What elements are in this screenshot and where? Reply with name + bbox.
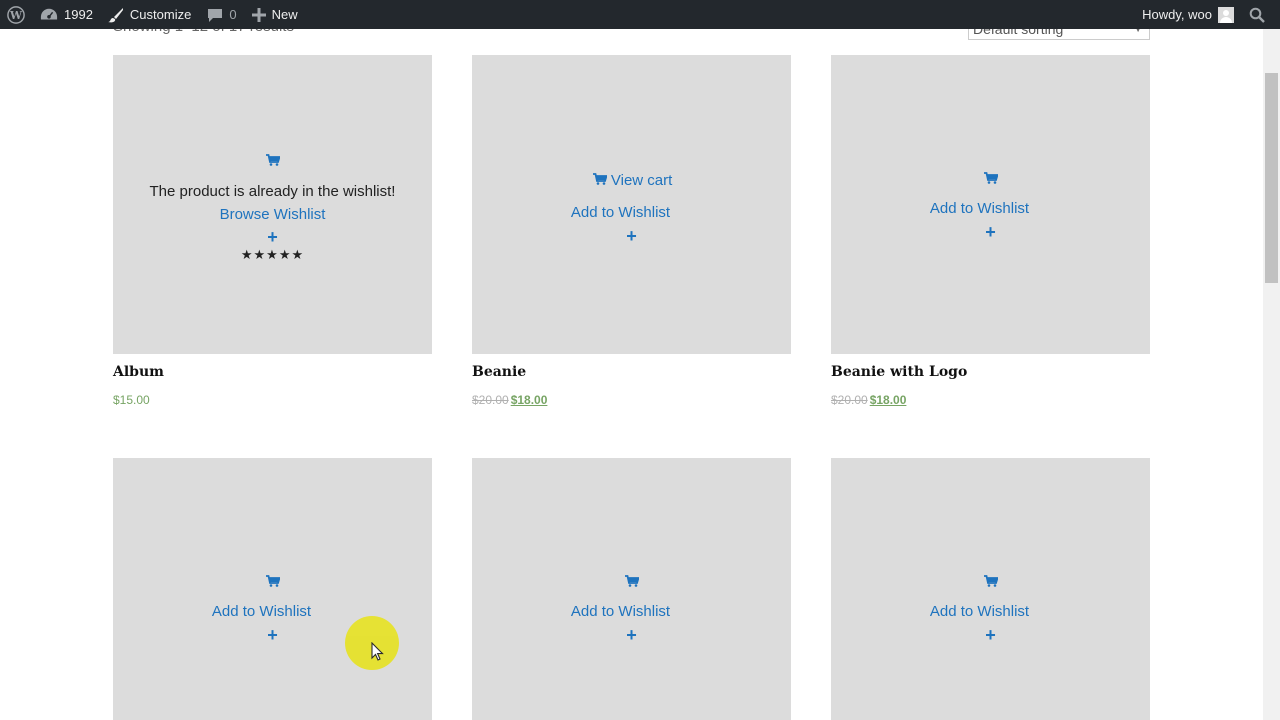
- add-to-wishlist-link[interactable]: Add to Wishlist: [930, 200, 1029, 217]
- howdy-account[interactable]: Howdy, woo: [1142, 0, 1212, 29]
- dashboard-icon: [40, 8, 58, 19]
- plus-icon: [251, 7, 266, 22]
- product-image[interactable]: Add to Wishlist +: [831, 55, 1150, 354]
- svg-text:W: W: [9, 9, 23, 22]
- product-card-beanie-with-logo: Add to Wishlist + Beanie with Logo $20.0…: [831, 55, 1150, 407]
- product-card: Add to Wishlist +: [472, 458, 791, 720]
- new-label: New: [271, 7, 298, 22]
- plus-icon[interactable]: +: [472, 227, 791, 245]
- site-count: 1992: [64, 7, 93, 22]
- product-price: $20.00 $18.00: [472, 393, 791, 407]
- product-title[interactable]: Album: [113, 364, 432, 380]
- view-cart-label: View cart: [610, 172, 673, 189]
- admin-bar: W 1992 Customize 0 New Howdy, woo: [0, 0, 1280, 29]
- comment-count: 0: [229, 7, 237, 22]
- add-to-wishlist-link[interactable]: Add to Wishlist: [930, 603, 1029, 620]
- wishlist-message: The product is already in the wishlist!: [149, 183, 396, 200]
- regular-price: $20.00: [472, 393, 509, 407]
- customize-label: Customize: [129, 7, 192, 22]
- product-card: Add to Wishlist +: [831, 458, 1150, 720]
- product-title[interactable]: Beanie: [472, 364, 791, 380]
- plus-icon[interactable]: +: [831, 626, 1150, 644]
- add-to-wishlist-link[interactable]: Add to Wishlist: [571, 204, 670, 221]
- sale-price: $18.00: [869, 393, 907, 407]
- comment-icon: [208, 8, 223, 22]
- wordpress-logo-icon[interactable]: W: [0, 0, 32, 29]
- add-to-wishlist-link[interactable]: Add to Wishlist: [212, 603, 311, 620]
- avatar[interactable]: [1218, 6, 1234, 23]
- plus-icon[interactable]: +: [113, 228, 432, 246]
- cart-icon[interactable]: [983, 575, 999, 590]
- comments-link[interactable]: 0: [207, 0, 237, 29]
- product-price: $20.00 $18.00: [831, 393, 1150, 407]
- product-image[interactable]: View cart Add to Wishlist +: [472, 55, 791, 354]
- sale-price: $18.00: [510, 393, 548, 407]
- product-image[interactable]: Add to Wishlist +: [831, 458, 1150, 720]
- product-card-album: The product is already in the wishlist! …: [113, 55, 432, 407]
- plus-icon[interactable]: +: [472, 626, 791, 644]
- plus-icon[interactable]: +: [831, 223, 1150, 241]
- product-title[interactable]: Beanie with Logo: [831, 364, 1150, 380]
- new-content-menu[interactable]: New: [251, 0, 298, 29]
- my-sites-menu[interactable]: 1992: [40, 0, 93, 29]
- page-scrollbar[interactable]: [1263, 29, 1280, 720]
- product-card-beanie: View cart Add to Wishlist + Beanie $20.0…: [472, 55, 791, 407]
- view-cart-link[interactable]: View cart: [592, 172, 673, 189]
- cart-icon[interactable]: [265, 154, 281, 169]
- search-icon[interactable]: [1248, 0, 1266, 29]
- rating-stars: ★★★★★: [240, 247, 305, 262]
- cursor-highlight: [345, 616, 399, 670]
- paintbrush-icon: [107, 7, 123, 22]
- regular-price: $20.00: [831, 393, 868, 407]
- product-image[interactable]: Add to Wishlist +: [472, 458, 791, 720]
- customize-link[interactable]: Customize: [107, 0, 192, 29]
- cart-icon[interactable]: [983, 172, 999, 187]
- scrollbar-thumb[interactable]: [1265, 73, 1278, 283]
- product-image[interactable]: Add to Wishlist +: [113, 458, 432, 720]
- product-card: Add to Wishlist +: [113, 458, 432, 720]
- add-to-wishlist-link[interactable]: Add to Wishlist: [571, 603, 670, 620]
- mouse-pointer-icon: [371, 642, 384, 661]
- cart-icon[interactable]: [265, 575, 281, 590]
- browse-wishlist-link[interactable]: Browse Wishlist: [220, 206, 326, 223]
- cart-icon[interactable]: [624, 575, 640, 590]
- product-price: $15.00: [113, 393, 150, 407]
- cart-icon: [592, 173, 608, 185]
- product-image[interactable]: The product is already in the wishlist! …: [113, 55, 432, 354]
